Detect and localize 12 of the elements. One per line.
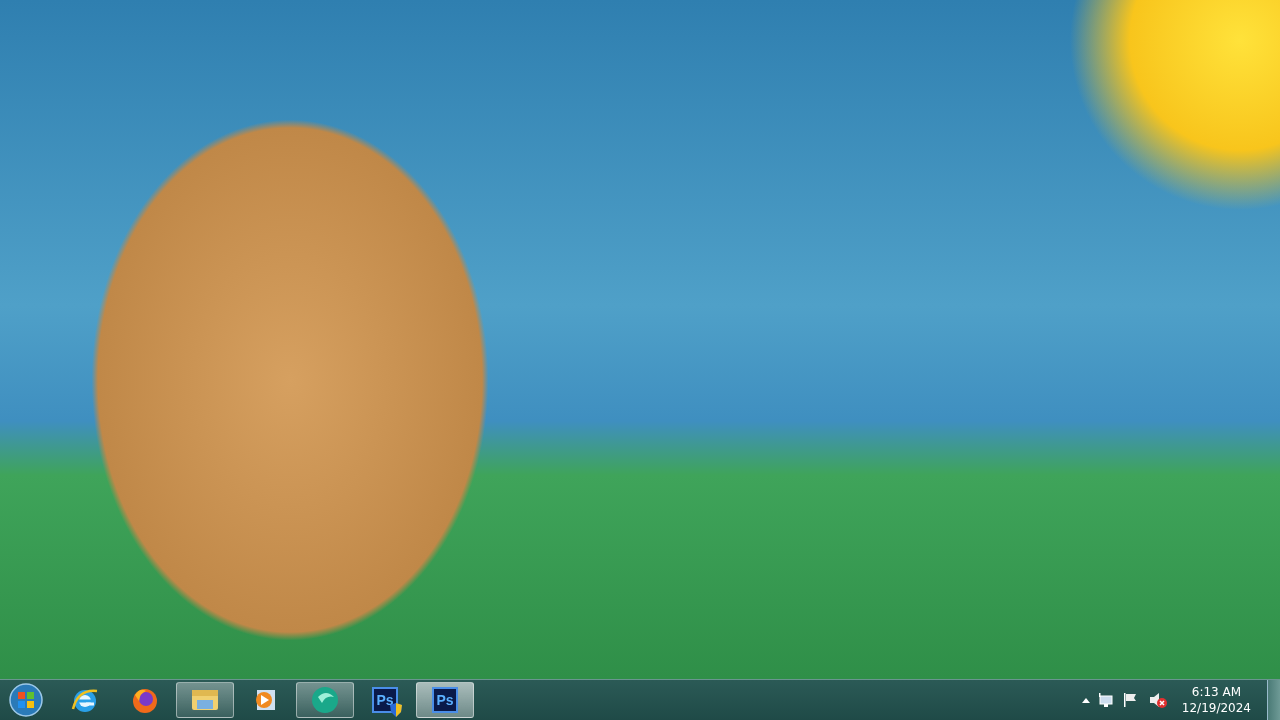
- taskbar-app-button[interactable]: [296, 682, 354, 718]
- clock-date: 12/19/2024: [1181, 700, 1251, 716]
- taskbar-app-button[interactable]: Ps: [416, 682, 474, 718]
- ps-logo-icon: Ps: [432, 687, 458, 713]
- orb-logo-icon: [310, 685, 340, 715]
- show-hidden-icons-icon[interactable]: [1081, 697, 1090, 703]
- taskbar-app-button[interactable]: Ps: [356, 682, 414, 718]
- taskbar-app-button[interactable]: [176, 682, 234, 718]
- clock-time: 6:13 AM: [1191, 684, 1242, 700]
- speaker-icon[interactable]: [1147, 691, 1168, 709]
- clock[interactable]: 6:13 AM 12/19/2024: [1181, 684, 1251, 716]
- network-icon[interactable]: [1097, 692, 1114, 708]
